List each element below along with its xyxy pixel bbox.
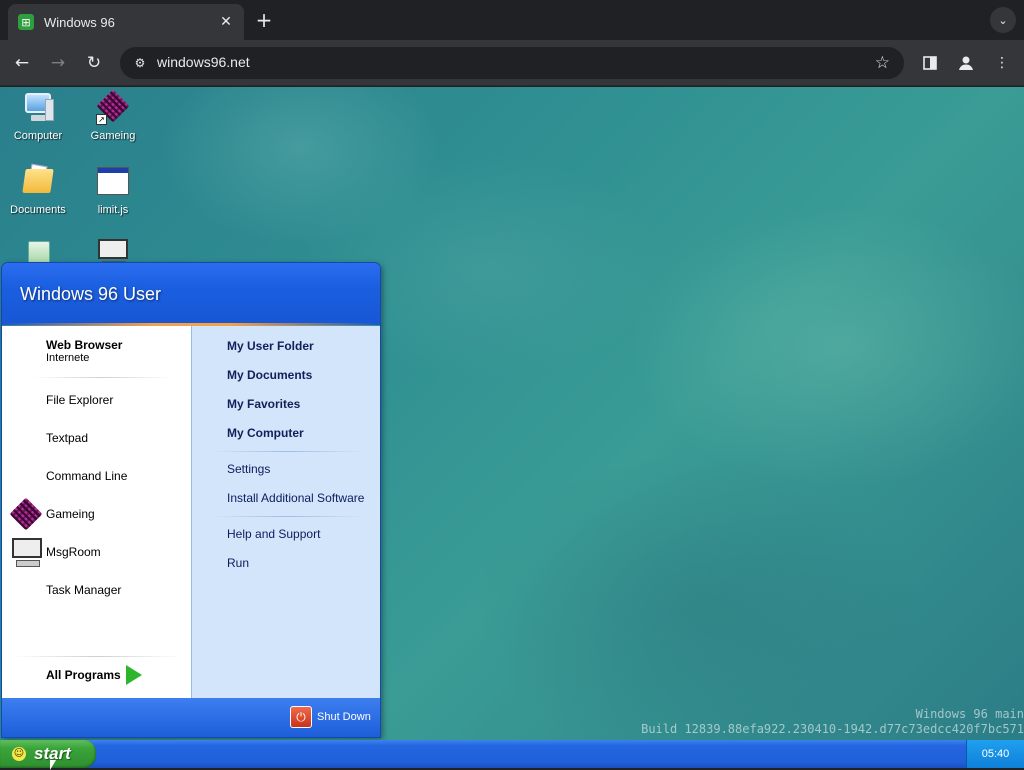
menu-item-my-user-folder[interactable]: My User Folder <box>227 339 314 353</box>
desktop-icon-limit-js[interactable]: limit.js <box>75 165 151 216</box>
start-menu-places: My User Folder My Documents My Favorites… <box>191 326 380 698</box>
menu-item-web-browser[interactable]: Web Browser Internete <box>46 338 122 364</box>
windows96-favicon-icon: ⊞ <box>18 14 34 30</box>
tab-title: Windows 96 <box>44 14 115 30</box>
cube-icon <box>9 497 43 531</box>
menu-item-textpad[interactable]: Textpad <box>46 431 88 445</box>
system-tray: 05:40 <box>966 740 1024 768</box>
shortcut-arrow-icon: ↗ <box>96 114 107 125</box>
computer-icon <box>21 91 55 125</box>
web-browser-subtitle: Internete <box>46 352 90 364</box>
menu-item-command-line[interactable]: Command Line <box>46 469 127 483</box>
desktop-icon-label: Gameing <box>90 130 136 142</box>
start-button[interactable]: ☺ start <box>0 740 96 768</box>
browser-tab-bar: ⊞ Windows 96 ✕ + ⌄ <box>0 0 1024 40</box>
menu-separator <box>32 377 172 378</box>
browser-tab[interactable]: ⊞ Windows 96 ✕ <box>8 4 244 40</box>
desktop-icon-gameing[interactable]: ↗ Gameing <box>75 89 151 142</box>
shutdown-button[interactable]: ⏻ Shut Down <box>290 706 371 728</box>
menu-separator <box>210 451 365 452</box>
mouse-cursor-icon <box>50 760 56 770</box>
tab-search-icon[interactable]: ⌄ <box>990 7 1016 33</box>
documents-folder-icon <box>21 163 55 199</box>
start-menu: Windows 96 User Web Browser Internete Fi… <box>1 262 381 738</box>
url-text[interactable]: windows96.net <box>157 54 250 70</box>
menu-item-gameing[interactable]: Gameing <box>46 507 95 521</box>
site-info-icon[interactable]: ⚙ <box>130 53 150 73</box>
menu-item-install-software[interactable]: Install Additional Software <box>227 491 364 505</box>
watermark-line-1: Windows 96 main <box>915 707 1024 721</box>
tab-close-icon[interactable]: ✕ <box>218 14 234 30</box>
desktop-icon-label: limit.js <box>97 204 129 216</box>
menu-separator <box>210 516 365 517</box>
menu-item-my-documents[interactable]: My Documents <box>227 368 312 382</box>
menu-item-help-and-support[interactable]: Help and Support <box>227 527 320 541</box>
browser-toolbar: ← → ↻ ⚙ windows96.net ☆ ⋮ <box>0 40 1024 86</box>
bookmark-star-icon[interactable]: ☆ <box>875 53 890 73</box>
desktop-icon-computer[interactable]: Computer <box>0 91 76 142</box>
start-menu-footer: ⏻ Shut Down <box>2 698 380 737</box>
menu-item-my-computer[interactable]: My Computer <box>227 426 304 440</box>
shutdown-label: Shut Down <box>317 711 371 723</box>
menu-item-my-favorites[interactable]: My Favorites <box>227 397 300 411</box>
new-tab-icon[interactable]: + <box>254 9 274 31</box>
power-icon: ⏻ <box>290 706 312 728</box>
menu-icon[interactable]: ⋮ <box>990 51 1014 75</box>
menu-item-msgroom[interactable]: MsgRoom <box>46 545 101 559</box>
build-watermark: Windows 96 main Build 12839.88efa922.230… <box>641 707 1024 737</box>
cube-icon: ↗ <box>96 89 130 125</box>
taskbar: ☺ start 05:40 <box>0 740 1024 768</box>
side-panel-icon[interactable] <box>918 51 942 75</box>
msgroom-icon <box>10 536 42 568</box>
menu-item-file-explorer[interactable]: File Explorer <box>46 393 113 407</box>
profile-icon[interactable] <box>954 51 978 75</box>
web-browser-title: Web Browser <box>46 338 123 352</box>
smiley-icon: ☺ <box>12 747 26 761</box>
reload-icon[interactable]: ↻ <box>82 51 106 75</box>
forward-icon[interactable]: → <box>46 51 70 75</box>
menu-separator <box>12 656 182 657</box>
back-icon[interactable]: ← <box>10 51 34 75</box>
green-arrow-icon <box>126 665 142 685</box>
menu-item-task-manager[interactable]: Task Manager <box>46 583 121 597</box>
desktop-icon-documents[interactable]: Documents <box>0 163 76 216</box>
all-programs-button[interactable]: All Programs <box>46 668 121 682</box>
user-name: Windows 96 User <box>20 284 162 304</box>
menu-item-settings[interactable]: Settings <box>227 462 270 476</box>
desktop-icon-label: Documents <box>10 204 66 216</box>
address-bar[interactable]: ⚙ windows96.net ☆ <box>120 47 904 79</box>
clock[interactable]: 05:40 <box>982 748 1010 760</box>
window-file-icon <box>96 165 130 199</box>
start-menu-header: Windows 96 User <box>2 263 380 326</box>
desktop-icon-label: Computer <box>13 130 63 142</box>
start-menu-programs: Web Browser Internete File Explorer Text… <box>2 326 191 698</box>
menu-item-run[interactable]: Run <box>227 556 249 570</box>
watermark-line-2: Build 12839.88efa922.230410-1942.d77c73e… <box>641 722 1024 736</box>
